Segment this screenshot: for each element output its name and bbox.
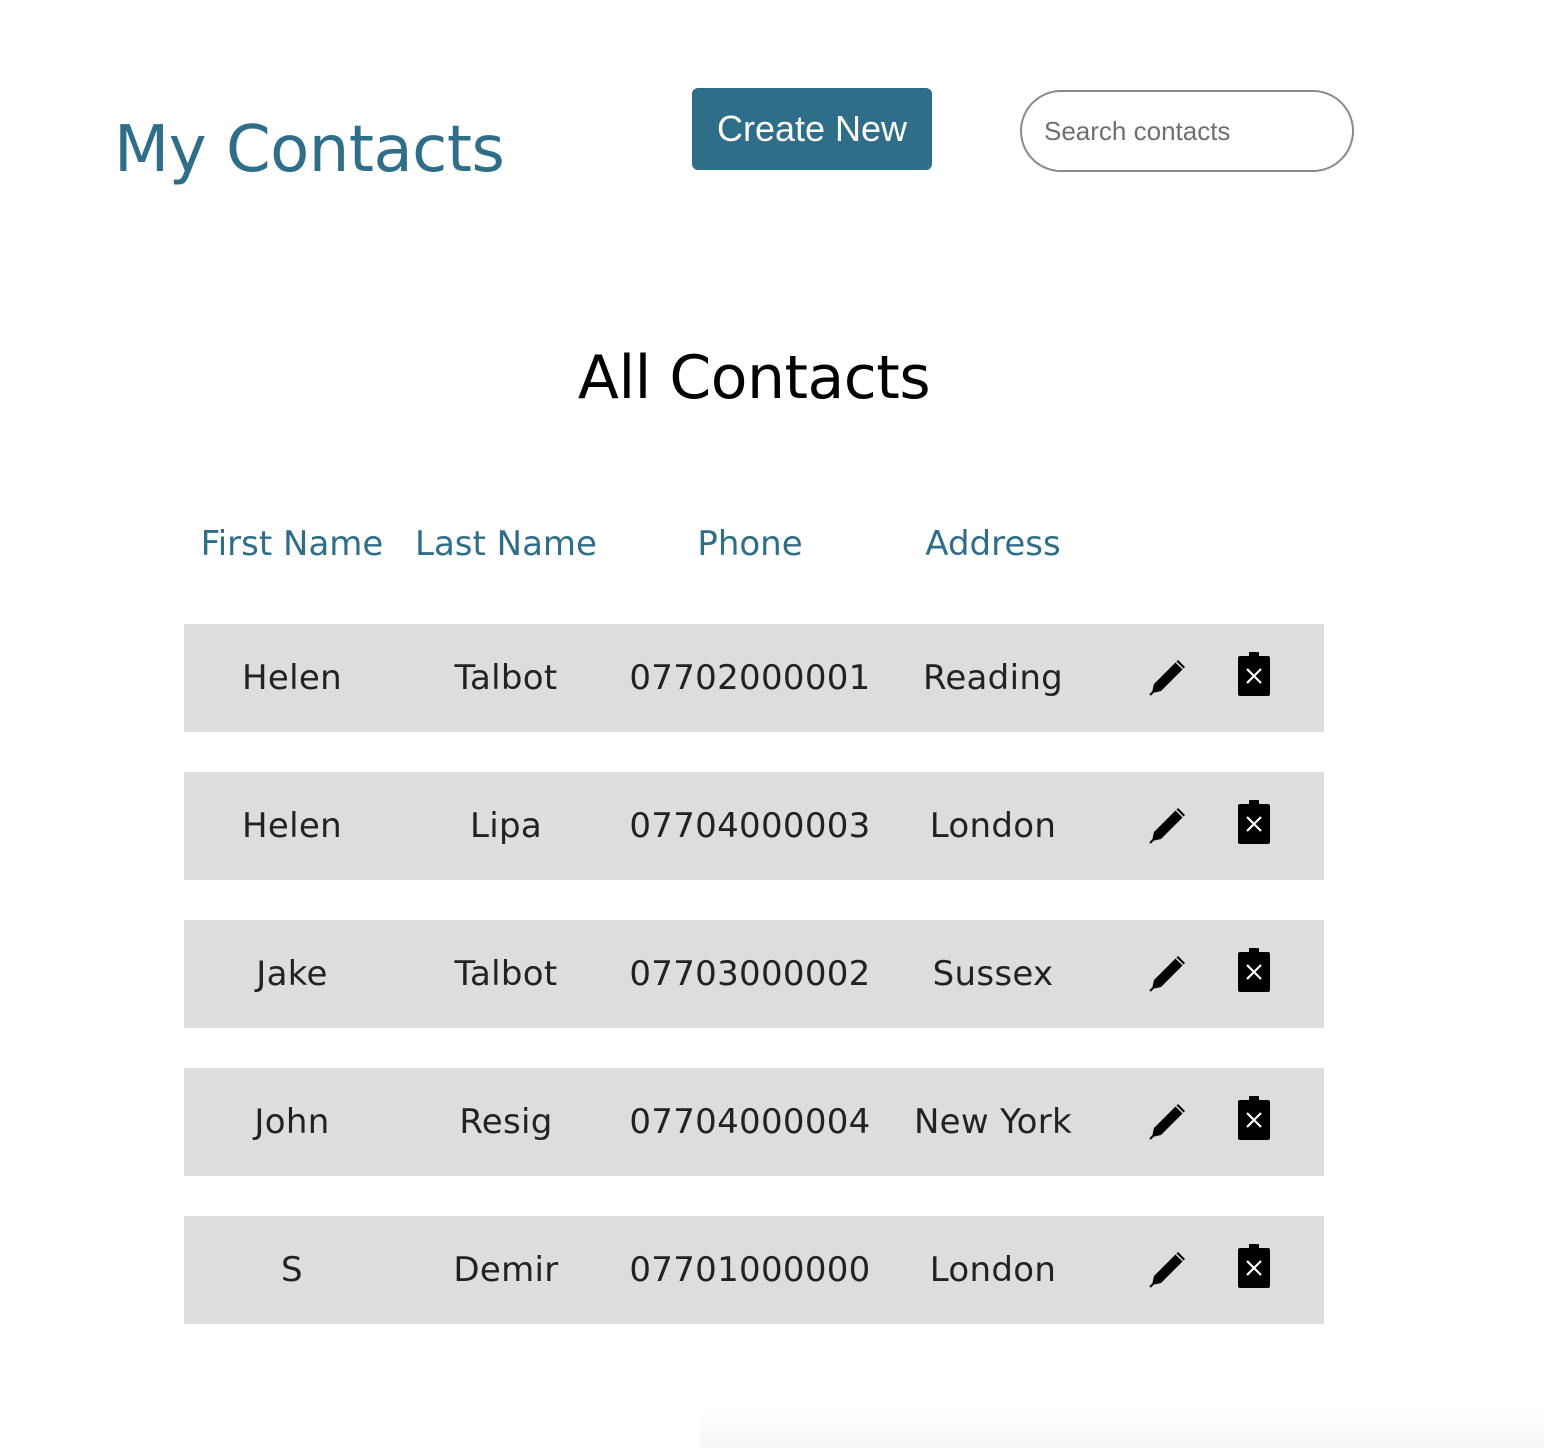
first-name-cell: Jake (256, 954, 328, 994)
pencil-icon (1149, 1104, 1185, 1140)
phone-cell: 07704000004 (629, 1102, 871, 1142)
address-cell: Reading (922, 658, 1064, 698)
search-input[interactable] (1020, 90, 1354, 172)
trash-x-icon (1238, 1244, 1270, 1288)
column-header-last-name: Last Name (415, 524, 597, 564)
edit-button[interactable] (1138, 944, 1194, 1000)
page-shadow (700, 1410, 1544, 1448)
phone-cell: 07702000001 (629, 658, 871, 698)
last-name-cell: Talbot (454, 954, 558, 994)
first-name-cell: S (281, 1250, 303, 1290)
column-header-phone: Phone (697, 524, 803, 564)
last-name-cell: Resig (459, 1102, 553, 1142)
contact-row: Helen Talbot 07702000001 Reading (184, 624, 1324, 732)
section-title: All Contacts (577, 343, 931, 413)
trash-x-icon (1238, 948, 1270, 992)
trash-x-icon (1238, 800, 1270, 844)
delete-button[interactable] (1226, 944, 1282, 1000)
create-new-button[interactable]: Create New (692, 88, 932, 170)
edit-button[interactable] (1138, 796, 1194, 852)
last-name-cell: Demir (453, 1250, 559, 1290)
edit-button[interactable] (1138, 648, 1194, 704)
column-header-address: Address (925, 524, 1061, 564)
first-name-cell: Helen (242, 806, 342, 846)
phone-cell: 07704000003 (629, 806, 871, 846)
first-name-cell: Helen (242, 658, 342, 698)
contact-row: John Resig 07704000004 New York (184, 1068, 1324, 1176)
contact-row: S Demir 07701000000 London (184, 1216, 1324, 1324)
pencil-icon (1149, 808, 1185, 844)
address-cell: Sussex (932, 954, 1054, 994)
phone-cell: 07701000000 (629, 1250, 871, 1290)
trash-x-icon (1238, 652, 1270, 696)
column-header-first-name: First Name (200, 524, 384, 564)
delete-button[interactable] (1226, 796, 1282, 852)
app-title: My Contacts (114, 113, 505, 187)
delete-button[interactable] (1226, 648, 1282, 704)
delete-button[interactable] (1226, 1240, 1282, 1296)
edit-button[interactable] (1138, 1240, 1194, 1296)
edit-button[interactable] (1138, 1092, 1194, 1148)
delete-button[interactable] (1226, 1092, 1282, 1148)
contacts-list: Helen Talbot 07702000001 Reading Helen L… (184, 624, 1324, 1364)
first-name-cell: John (254, 1102, 330, 1142)
last-name-cell: Talbot (454, 658, 558, 698)
address-cell: London (929, 1250, 1057, 1290)
pencil-icon (1149, 1252, 1185, 1288)
trash-x-icon (1238, 1096, 1270, 1140)
last-name-cell: Lipa (469, 806, 542, 846)
address-cell: New York (913, 1102, 1073, 1142)
pencil-icon (1149, 660, 1185, 696)
pencil-icon (1149, 956, 1185, 992)
address-cell: London (929, 806, 1057, 846)
contact-row: Jake Talbot 07703000002 Sussex (184, 920, 1324, 1028)
contact-row: Helen Lipa 07704000003 London (184, 772, 1324, 880)
phone-cell: 07703000002 (629, 954, 871, 994)
